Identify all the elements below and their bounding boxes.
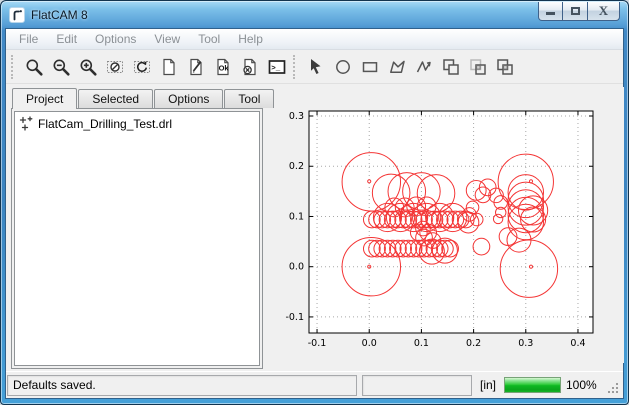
clear-plot-button[interactable]	[101, 53, 128, 80]
project-tree[interactable]: FlatCam_Drilling_Test.drl	[14, 111, 260, 366]
resize-grip[interactable]	[607, 382, 620, 395]
x-tick-label: -0.1	[308, 338, 327, 349]
new-project-icon	[159, 57, 179, 77]
menu-item-help[interactable]: Help	[229, 30, 272, 48]
plot-canvas[interactable]: -0.1 0.0 0.1 0.2 0.3 0.4 -0.1 0.0 0.1 0.2 0.3	[267, 87, 624, 363]
left-panel: ProjectSelectedOptionsTool FlatC	[11, 87, 263, 369]
client-area: FileEditOptionsViewToolHelp Ok>_ Project…	[5, 28, 624, 399]
zoom-in-button[interactable]	[74, 53, 101, 80]
flatcam-logo-icon	[9, 7, 25, 23]
clear-plot-icon	[105, 57, 125, 77]
union-tool-icon	[441, 57, 461, 77]
select-arrow-icon	[306, 57, 326, 77]
tree-item-label: FlatCam_Drilling_Test.drl	[38, 117, 172, 131]
titlebar[interactable]: FlatCAM 8 X	[1, 1, 628, 28]
menu-item-tool[interactable]: Tool	[189, 30, 229, 48]
draw-polyline-icon	[414, 57, 434, 77]
draw-circle-button[interactable]	[329, 53, 356, 80]
status-bar: Defaults saved. [in] 100%	[6, 371, 623, 398]
app-window: FlatCAM 8 X FileEditOptionsViewToolHelp …	[0, 0, 629, 405]
menu-item-options[interactable]: Options	[86, 30, 145, 48]
y-tick-label: -0.1	[285, 312, 304, 323]
toolbar-drag-handle[interactable]	[293, 55, 298, 79]
intersection-tool-icon	[468, 57, 488, 77]
x-tick-label: 0.0	[362, 338, 377, 349]
svg-text:>_: >_	[271, 64, 281, 72]
progress-bar-fill	[505, 378, 560, 392]
zoom-out-button[interactable]	[47, 53, 74, 80]
status-message: Defaults saved.	[7, 375, 357, 396]
close-icon: X	[599, 3, 608, 19]
tab-project[interactable]: Project	[12, 88, 77, 109]
zoom-fit-button[interactable]	[20, 53, 47, 80]
zoom-in-icon	[78, 57, 98, 77]
open-project-icon	[186, 57, 206, 77]
progress-bar	[504, 377, 561, 393]
zoom-fit-icon	[24, 57, 44, 77]
toolbar-drag-handle[interactable]	[11, 55, 16, 79]
save-ok-icon: Ok	[213, 57, 233, 77]
maximize-icon	[571, 7, 580, 15]
select-arrow-button[interactable]	[302, 53, 329, 80]
draw-rectangle-button[interactable]	[356, 53, 383, 80]
subtraction-tool-icon	[495, 57, 515, 77]
x-tick-label: 0.4	[570, 338, 585, 349]
menu-item-view[interactable]: View	[145, 30, 189, 48]
plot-background	[309, 111, 593, 333]
minimize-icon	[546, 12, 555, 15]
subtraction-tool-button[interactable]	[491, 53, 518, 80]
delete-object-icon	[240, 57, 260, 77]
project-tree-frame: FlatCam_Drilling_Test.drl	[11, 108, 263, 369]
new-project-button[interactable]	[155, 53, 182, 80]
x-tick-label: 0.1	[414, 338, 429, 349]
save-ok-button[interactable]: Ok	[209, 53, 236, 80]
y-tick-label: 0.3	[289, 111, 304, 122]
menu-bar: FileEditOptionsViewToolHelp	[6, 29, 623, 50]
window-title: FlatCAM 8	[31, 8, 88, 22]
intersection-tool-button[interactable]	[464, 53, 491, 80]
tab-selected[interactable]: Selected	[78, 89, 153, 108]
toolbar: Ok >_	[6, 50, 623, 84]
draw-rectangle-icon	[360, 57, 380, 77]
open-project-button[interactable]	[182, 53, 209, 80]
menu-item-file[interactable]: File	[10, 30, 47, 48]
tree-item-drill-object[interactable]: FlatCam_Drilling_Test.drl	[17, 115, 257, 132]
y-tick-label: 0.1	[289, 211, 304, 222]
draw-circle-icon	[333, 57, 353, 77]
progress-percent-label: 100%	[566, 378, 602, 392]
menu-item-edit[interactable]: Edit	[47, 30, 86, 48]
x-tick-label: 0.2	[466, 338, 481, 349]
window-controls: X	[538, 2, 620, 21]
shell-button[interactable]: >_	[263, 53, 290, 80]
units-indicator: [in]	[477, 378, 499, 392]
union-tool-button[interactable]	[437, 53, 464, 80]
replot-button[interactable]	[128, 53, 155, 80]
y-tick-label: 0.0	[289, 262, 304, 273]
plot-panel: -0.1 0.0 0.1 0.2 0.3 0.4 -0.1 0.0 0.1 0.2 0.3	[263, 87, 618, 369]
draw-polygon-button[interactable]	[383, 53, 410, 80]
tab-bar: ProjectSelectedOptionsTool	[11, 87, 263, 108]
draw-polyline-button[interactable]	[410, 53, 437, 80]
replot-icon	[132, 57, 152, 77]
tab-tool[interactable]: Tool	[224, 89, 274, 108]
maximize-button[interactable]	[563, 2, 588, 21]
delete-object-button[interactable]	[236, 53, 263, 80]
close-button[interactable]: X	[588, 2, 620, 21]
draw-polygon-icon	[387, 57, 407, 77]
tab-options[interactable]: Options	[154, 89, 223, 108]
drill-object-icon	[19, 116, 33, 131]
status-secondary-panel	[362, 375, 472, 396]
zoom-out-icon	[51, 57, 71, 77]
content-area: ProjectSelectedOptionsTool FlatC	[6, 84, 623, 371]
svg-text:Ok: Ok	[218, 63, 229, 72]
minimize-button[interactable]	[538, 2, 563, 21]
y-tick-label: 0.2	[289, 161, 304, 172]
x-tick-label: 0.3	[518, 338, 533, 349]
shell-icon: >_	[267, 57, 287, 77]
